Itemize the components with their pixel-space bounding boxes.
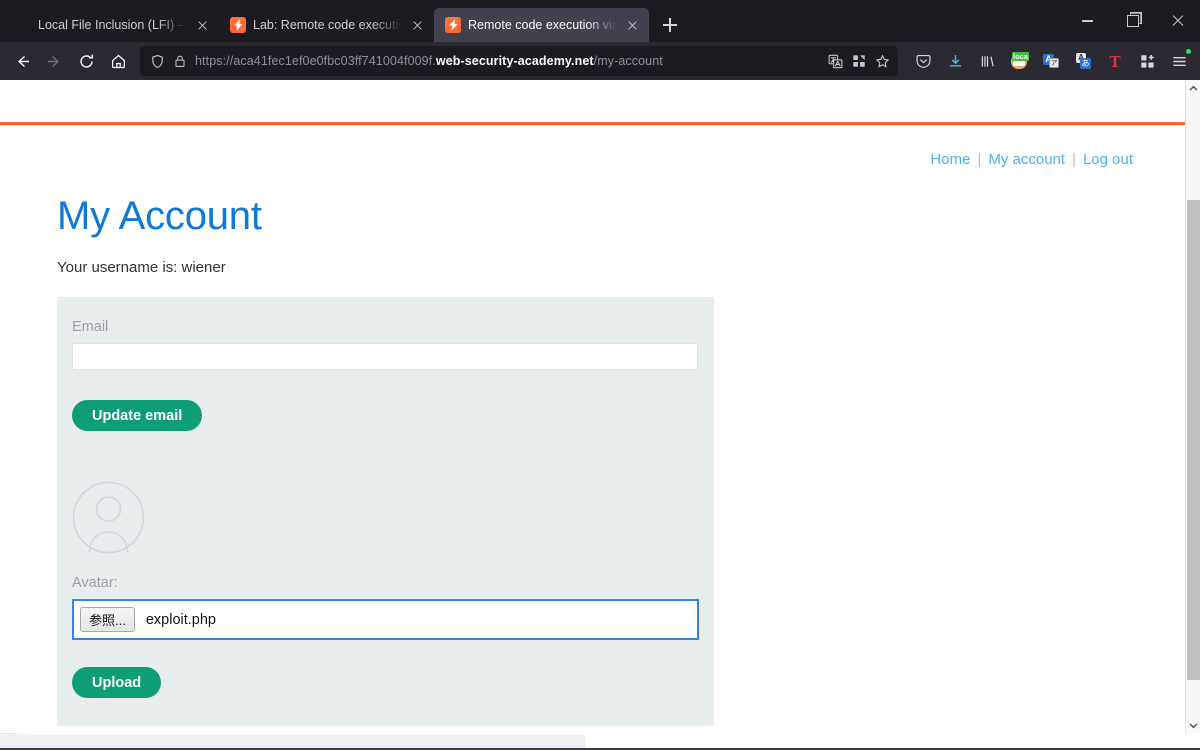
browser-tab-3-active[interactable]: Remote code execution via web — [434, 8, 649, 42]
vertical-scrollbar[interactable] — [1185, 80, 1200, 733]
email-label: Email — [72, 319, 109, 335]
file-browse-button[interactable]: 参照... — [80, 607, 135, 632]
back-arrow-icon[interactable] — [6, 46, 38, 76]
window-controls — [1065, 0, 1200, 42]
vertical-scrollbar-thumb[interactable] — [1187, 200, 1200, 680]
star-bookmark-icon[interactable] — [875, 53, 890, 69]
forward-arrow-icon[interactable] — [38, 46, 70, 76]
tab-title: Lab: Remote code execution via — [253, 18, 402, 32]
address-bar[interactable]: https://aca41fec1ef0e0fbc03ff741004f009f… — [140, 46, 898, 76]
tab-close-icon[interactable] — [624, 17, 641, 34]
page-title: My Account — [57, 194, 262, 238]
minimize-icon[interactable] — [1065, 0, 1110, 42]
nav-link-home[interactable]: Home — [930, 151, 970, 168]
upload-button[interactable]: Upload — [72, 667, 162, 698]
nav-link-my-account[interactable]: My account — [988, 151, 1065, 168]
horizontal-scrollbar-thumb — [0, 735, 585, 748]
tab-favicon-blank — [15, 17, 31, 33]
url-text[interactable]: https://aca41fec1ef0e0fbc03ff741004f009f… — [195, 54, 814, 68]
selected-file-name: exploit.php — [145, 611, 216, 628]
url-prefix: https://aca41fec1ef0e0fbc03ff741004f009f… — [195, 54, 436, 68]
site-header-blank — [0, 80, 1185, 122]
avatar-label: Avatar: — [72, 575, 118, 591]
tab-title: Local File Inclusion (LFI) — Web App — [38, 18, 187, 32]
tab-close-icon[interactable] — [409, 17, 426, 34]
home-icon[interactable] — [102, 46, 134, 76]
localhost-extension-icon[interactable]: loca — [1004, 46, 1034, 76]
nav-separator: | — [1072, 151, 1076, 168]
url-path: /my-account — [593, 54, 663, 68]
downloads-icon[interactable] — [940, 46, 970, 76]
close-icon[interactable] — [1155, 0, 1200, 42]
browser-window: Local File Inclusion (LFI) — Web App Lab… — [0, 0, 1200, 750]
tab-strip: Local File Inclusion (LFI) — Web App Lab… — [0, 0, 685, 42]
restore-icon[interactable] — [1110, 0, 1155, 42]
nav-link-log-out[interactable]: Log out — [1083, 151, 1133, 168]
update-email-button[interactable]: Update email — [72, 400, 203, 431]
new-tab-button[interactable] — [655, 10, 685, 40]
url-host: web-security-academy.net — [435, 54, 594, 68]
web-page-content: Home | My account | Log out My Account Your … — [0, 80, 1185, 733]
tampermonkey-icon[interactable]: T — [1100, 46, 1130, 76]
browser-tab-2[interactable]: Lab: Remote code execution via — [219, 8, 434, 42]
account-form-panel: Email Update email Avatar: 参照... exploit… — [57, 297, 714, 726]
address-bar-actions — [822, 53, 890, 69]
reload-icon[interactable] — [70, 46, 102, 76]
extensions-toolbar: loca A ア A あ T — [904, 46, 1194, 76]
padlock-icon[interactable] — [173, 54, 187, 68]
avatar-file-input[interactable]: 参照... exploit.php — [72, 599, 699, 640]
tracking-shield-icon[interactable] — [150, 54, 165, 69]
browser-title-bar: Local File Inclusion (LFI) — Web App Lab… — [0, 0, 1200, 42]
avatar-preview — [72, 481, 699, 559]
tab-title: Remote code execution via web — [468, 18, 617, 32]
japanese-translate-extension-icon[interactable]: A あ — [1068, 46, 1098, 76]
username-line: Your username is: wiener — [57, 259, 226, 276]
upload-button-wrap: Upload — [72, 667, 699, 698]
portswigger-favicon-icon — [445, 17, 461, 33]
portswigger-favicon-icon — [230, 17, 246, 33]
browser-tab-1[interactable]: Local File Inclusion (LFI) — Web App — [4, 8, 219, 42]
nav-separator: | — [977, 151, 982, 168]
translate-page-icon[interactable] — [828, 54, 843, 69]
app-menu-icon[interactable] — [1164, 46, 1194, 76]
translator-extension-icon[interactable]: A ア — [1036, 46, 1066, 76]
scroll-up-arrow-icon[interactable] — [1186, 80, 1200, 96]
scroll-down-arrow-icon[interactable] — [1186, 717, 1200, 733]
pocket-icon[interactable] — [908, 46, 938, 76]
horizontal-scrollbar[interactable] — [0, 733, 585, 748]
library-icon[interactable] — [972, 46, 1002, 76]
user-avatar-placeholder-icon — [72, 481, 145, 554]
page-container: My Account Your username is: wiener Emai… — [0, 194, 1185, 726]
page-viewport: Home | My account | Log out My Account Your … — [0, 80, 1200, 733]
tab-close-icon[interactable] — [194, 17, 211, 34]
browser-toolbar: https://aca41fec1ef0e0fbc03ff741004f009f… — [0, 42, 1200, 80]
reader-mode-icon[interactable] — [852, 54, 866, 68]
email-field[interactable] — [72, 343, 698, 370]
site-navigation: Home | My account | Log out — [0, 125, 1185, 168]
extensions-icon[interactable] — [1132, 46, 1162, 76]
